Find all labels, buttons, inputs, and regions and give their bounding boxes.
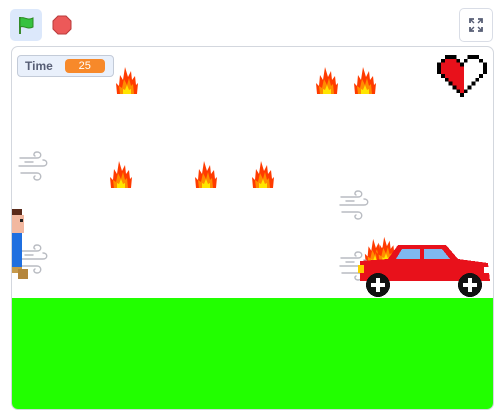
player-toolbar bbox=[0, 0, 500, 46]
flame-sprite bbox=[195, 161, 217, 188]
flame-sprite bbox=[116, 67, 138, 94]
wind-gust-sprite bbox=[339, 190, 369, 220]
game-stage[interactable]: Time 25 bbox=[11, 46, 494, 410]
time-monitor-label: Time bbox=[25, 59, 53, 73]
fullscreen-icon bbox=[469, 18, 483, 32]
wind-gust-sprite bbox=[18, 151, 48, 181]
time-monitor-value: 25 bbox=[64, 59, 105, 73]
time-monitor: Time 25 bbox=[17, 55, 114, 77]
flame-sprite bbox=[316, 67, 338, 94]
stop-button[interactable] bbox=[46, 9, 78, 41]
car-sprite bbox=[358, 245, 490, 297]
stop-sign-icon bbox=[52, 15, 72, 35]
flame-sprite bbox=[354, 67, 376, 94]
heart-icon bbox=[437, 55, 487, 97]
ground bbox=[12, 298, 493, 409]
player-sprite bbox=[12, 209, 28, 279]
flame-sprite bbox=[252, 161, 274, 188]
flame-sprite bbox=[110, 161, 132, 188]
fullscreen-button[interactable] bbox=[459, 8, 493, 42]
green-flag-icon bbox=[19, 17, 34, 34]
green-flag-button[interactable] bbox=[10, 9, 42, 41]
